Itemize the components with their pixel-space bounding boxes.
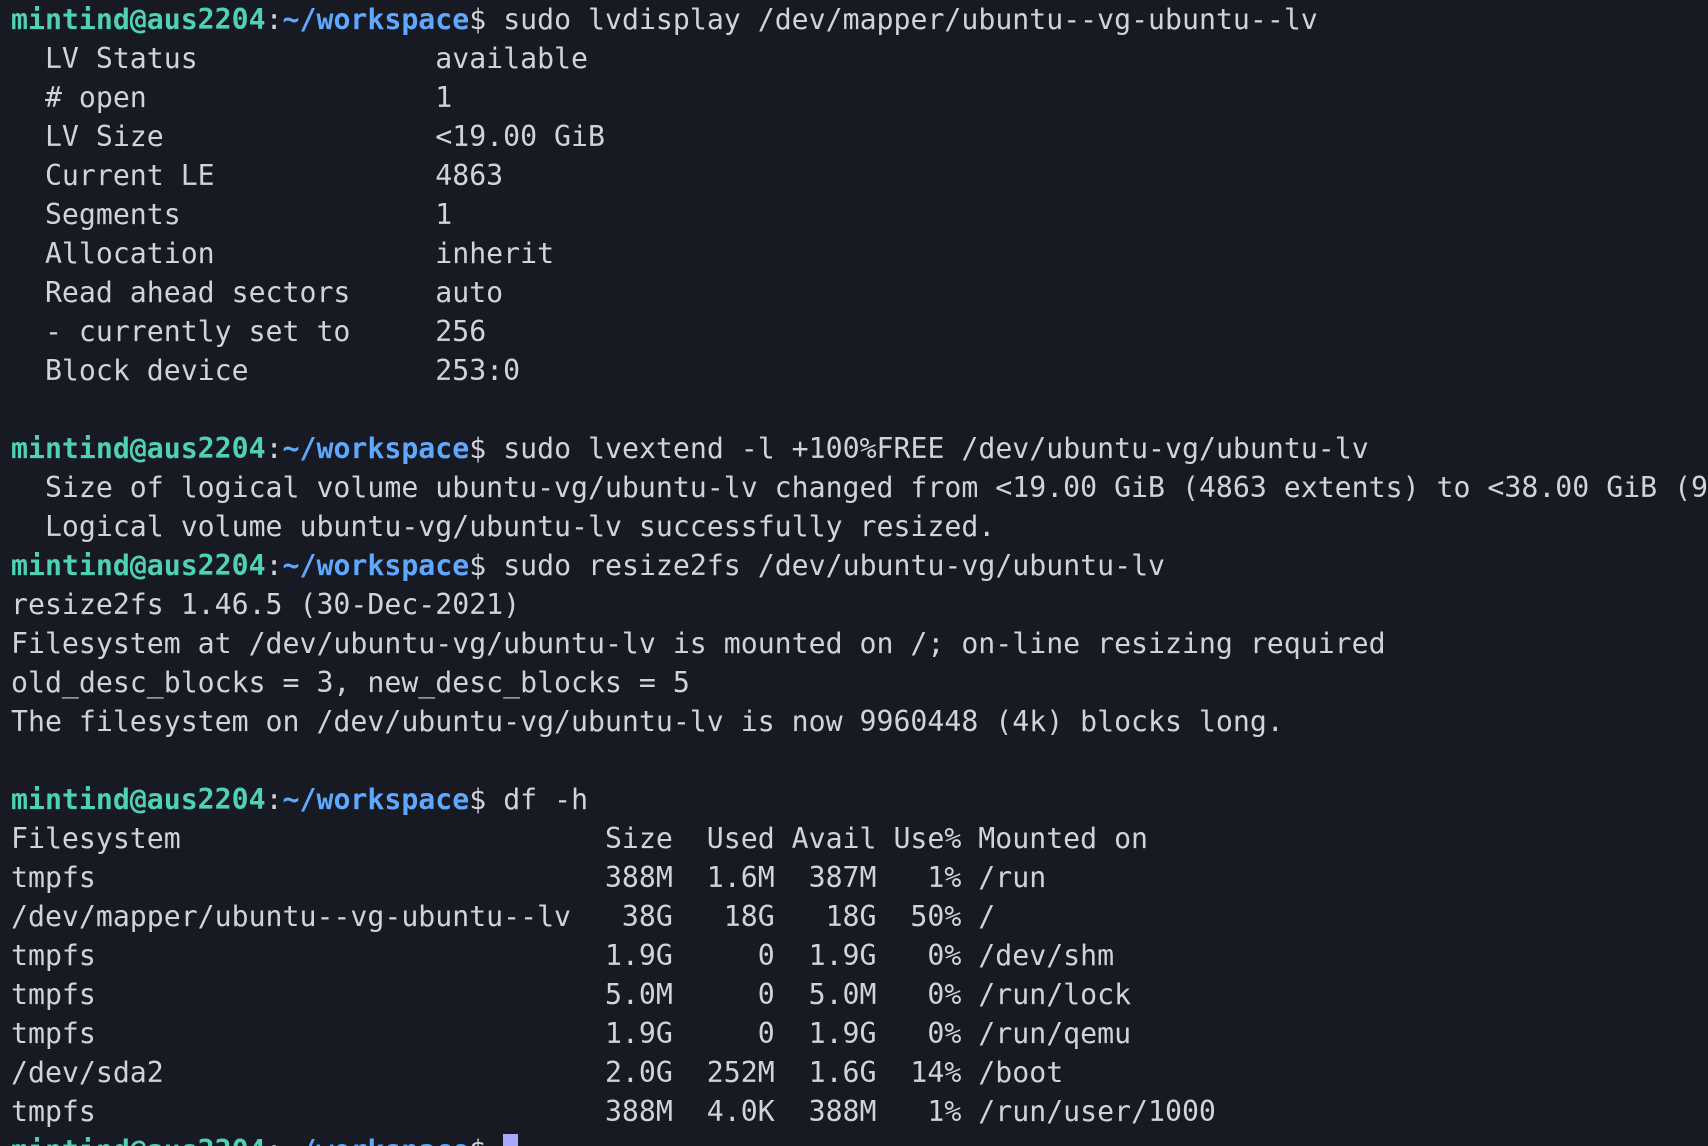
output-line: Size of logical volume ubuntu-vg/ubuntu-… (11, 471, 1708, 504)
terminal-window[interactable]: mintind@aus2204:~/workspace$ sudo lvdisp… (0, 0, 1708, 1146)
output-line: old_desc_blocks = 3, new_desc_blocks = 5 (11, 666, 690, 699)
command-text: sudo resize2fs /dev/ubuntu-vg/ubuntu-lv (486, 549, 1166, 582)
output-line: resize2fs 1.46.5 (30-Dec-2021) (11, 588, 521, 621)
df-row: tmpfs 1.9G 0 1.9G 0% /dev/shm (11, 939, 1115, 972)
command-text: df -h (486, 783, 589, 816)
output-line: LV Size <19.00 GiB (11, 120, 605, 153)
prompt-line: mintind@aus2204:~/workspace$ df -h (11, 780, 1708, 819)
prompt-user-host: mintind@aus2204 (11, 1134, 266, 1146)
terminal-screen: mintind@aus2204:~/workspace$ sudo lvdisp… (11, 0, 1708, 1146)
prompt-path: ~/workspace (282, 549, 470, 582)
output-line: Segments 1 (11, 198, 453, 231)
prompt-separator: : (265, 549, 283, 582)
output-line: Current LE 4863 (11, 159, 504, 192)
prompt-user-host: mintind@aus2204 (11, 549, 266, 582)
current-prompt-line[interactable]: mintind@aus2204:~/workspace$ (11, 1131, 1708, 1146)
prompt-user-host: mintind@aus2204 (11, 432, 266, 465)
df-header-row: Filesystem Size Used Avail Use% Mounted … (11, 822, 1149, 855)
output-line: Read ahead sectors auto (11, 276, 504, 309)
output-line: Logical volume ubuntu-vg/ubuntu-lv succe… (11, 510, 996, 543)
output-line: Block device 253:0 (11, 354, 521, 387)
df-row: tmpfs 1.9G 0 1.9G 0% /run/qemu (11, 1017, 1132, 1050)
prompt-user-host: mintind@aus2204 (11, 3, 266, 36)
prompt-symbol: $ (469, 432, 487, 465)
output-line: # open 1 (11, 81, 453, 114)
output-line: Filesystem at /dev/ubuntu-vg/ubuntu-lv i… (11, 627, 1386, 660)
output-line: - currently set to 256 (11, 315, 487, 348)
output-line: Allocation inherit (11, 237, 555, 270)
prompt-symbol: $ (469, 549, 487, 582)
prompt-separator: : (265, 432, 283, 465)
df-row: /dev/mapper/ubuntu--vg-ubuntu--lv 38G 18… (11, 900, 996, 933)
prompt-line: mintind@aus2204:~/workspace$ sudo resize… (11, 546, 1708, 585)
prompt-path: ~/workspace (282, 783, 470, 816)
df-row: tmpfs 5.0M 0 5.0M 0% /run/lock (11, 978, 1132, 1011)
df-row: tmpfs 388M 1.6M 387M 1% /run (11, 861, 1047, 894)
prompt-symbol: $ (469, 1134, 486, 1146)
prompt-symbol: $ (469, 783, 487, 816)
prompt-separator: : (266, 1134, 283, 1146)
prompt-path: ~/workspace (283, 1134, 470, 1146)
prompt-line: mintind@aus2204:~/workspace$ sudo lvdisp… (11, 0, 1708, 39)
text-cursor[interactable] (503, 1134, 519, 1146)
prompt-line: mintind@aus2204:~/workspace$ sudo lvexte… (11, 429, 1708, 468)
prompt-user-host: mintind@aus2204 (11, 783, 266, 816)
command-text: sudo lvextend -l +100%FREE /dev/ubuntu-v… (486, 432, 1369, 465)
prompt-path: ~/workspace (282, 3, 470, 36)
command-text: sudo lvdisplay /dev/mapper/ubuntu--vg-ub… (486, 3, 1318, 36)
df-row: /dev/sda2 2.0G 252M 1.6G 14% /boot (11, 1056, 1064, 1089)
prompt-separator: : (265, 3, 283, 36)
prompt-path: ~/workspace (282, 432, 470, 465)
output-line: The filesystem on /dev/ubuntu-vg/ubuntu-… (11, 705, 1284, 738)
prompt-separator: : (265, 783, 283, 816)
df-row: tmpfs 388M 4.0K 388M 1% /run/user/1000 (11, 1095, 1216, 1128)
prompt-symbol: $ (469, 3, 487, 36)
output-line: LV Status available (11, 42, 588, 75)
